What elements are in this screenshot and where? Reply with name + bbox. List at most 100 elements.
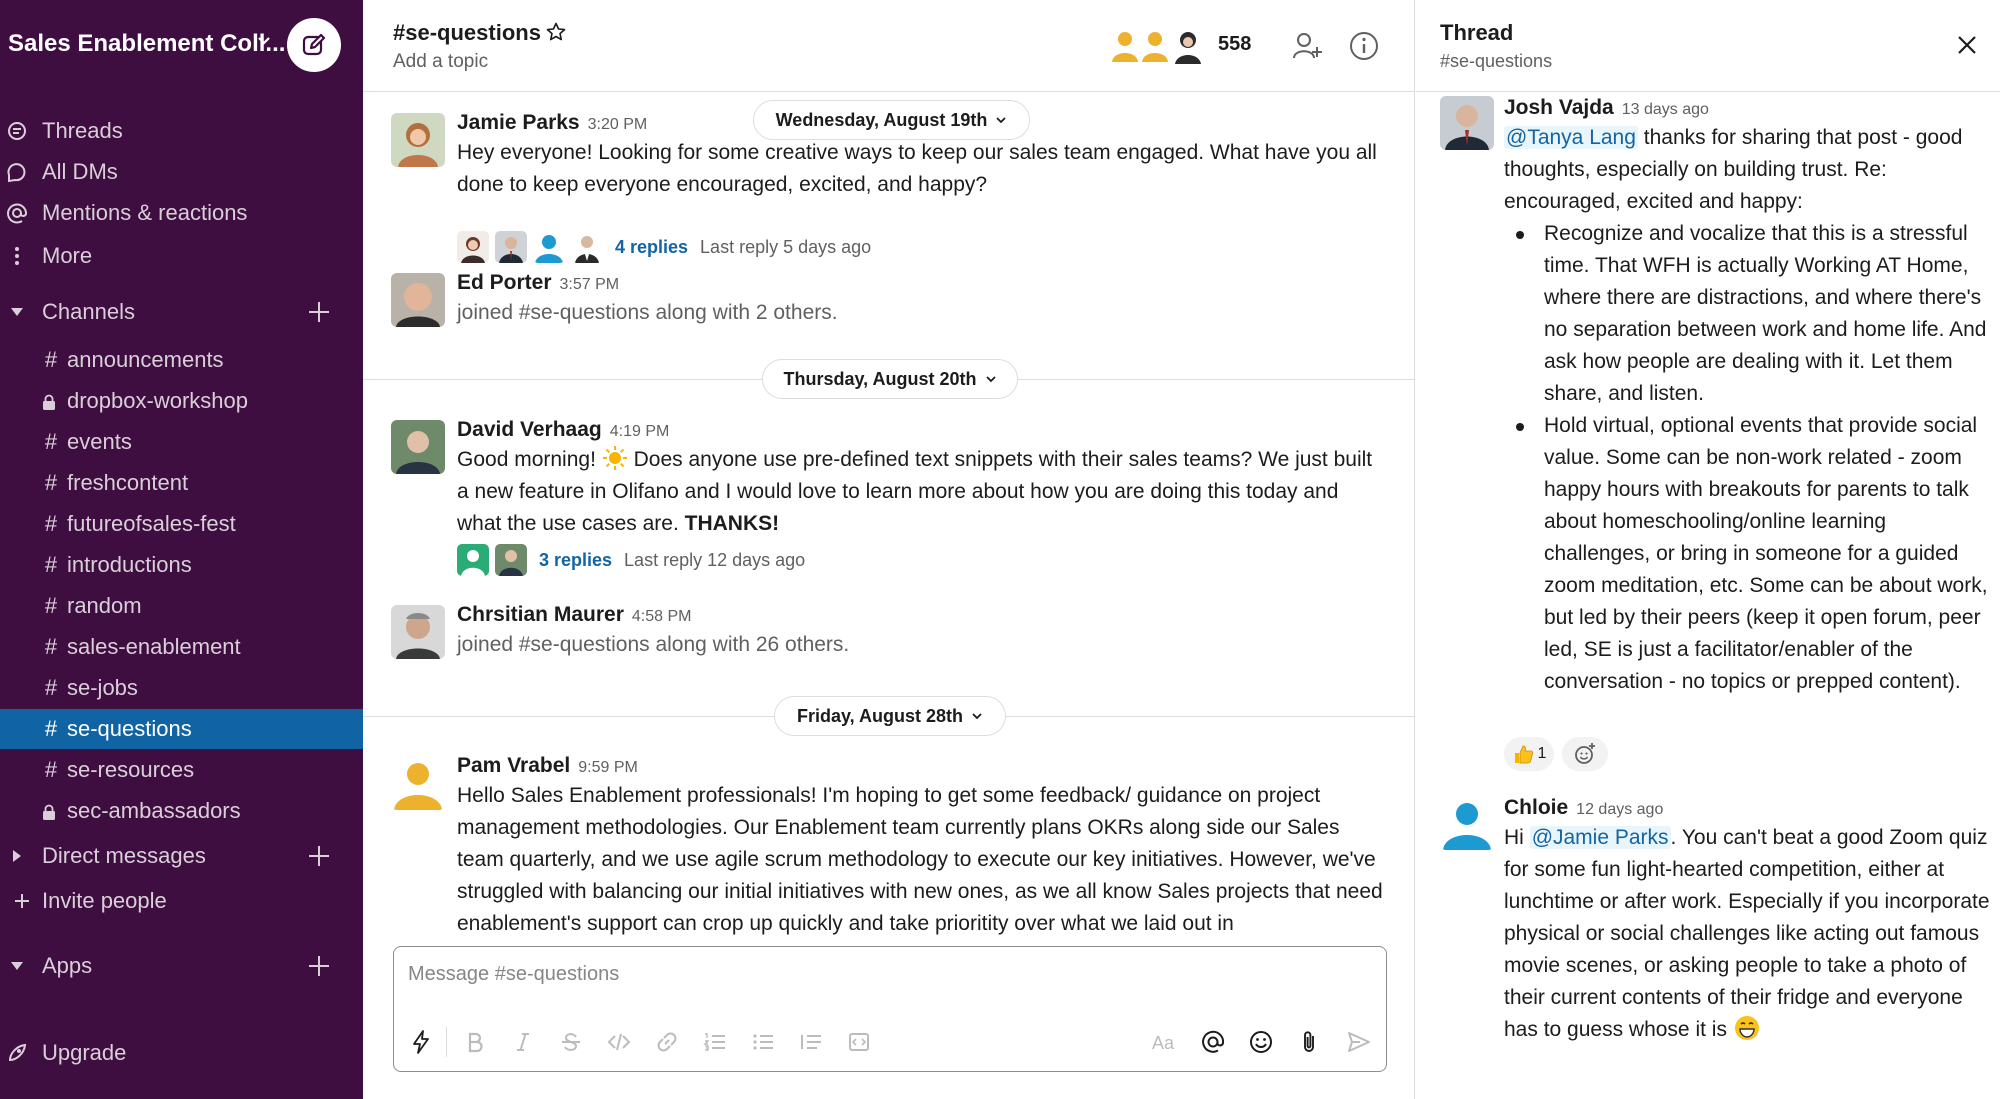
add-member-icon[interactable] bbox=[1291, 30, 1323, 62]
channels-section-header[interactable]: Channels bbox=[0, 292, 363, 332]
thread-replies-row[interactable]: 3 replies Last reply 12 days ago bbox=[457, 542, 805, 578]
date-divider-pill[interactable]: Friday, August 28th bbox=[774, 696, 1006, 736]
replies-link[interactable]: 3 replies bbox=[539, 550, 612, 571]
sidebar-channel-item[interactable]: # sales-enablement bbox=[0, 627, 363, 667]
add-reaction-button[interactable] bbox=[1562, 737, 1608, 771]
nav-mentions[interactable]: Mentions & reactions bbox=[0, 194, 363, 232]
message-author[interactable]: Pam Vrabel 9:59 PM bbox=[457, 754, 638, 778]
message-item[interactable]: David Verhaag 4:19 PM Good morning! Does … bbox=[363, 418, 1415, 590]
message-item[interactable]: Chrsitian Maurer 4:58 PM joined #se-quest… bbox=[363, 603, 1415, 685]
nav-more[interactable]: More bbox=[0, 237, 363, 275]
link-icon[interactable] bbox=[654, 1029, 680, 1055]
message-item[interactable]: Pam Vrabel 9:59 PM Hello Sales Enablement… bbox=[363, 754, 1415, 945]
code-block-icon[interactable] bbox=[846, 1029, 872, 1055]
send-icon[interactable] bbox=[1346, 1029, 1372, 1055]
caret-right-icon[interactable] bbox=[10, 849, 24, 863]
sidebar-channel-item[interactable]: # events bbox=[0, 422, 363, 462]
nav-all-dms[interactable]: All DMs bbox=[0, 153, 363, 191]
message-time[interactable]: 3:20 PM bbox=[588, 116, 648, 133]
message-time[interactable]: 4:19 PM bbox=[610, 423, 670, 440]
member-count[interactable]: 558 bbox=[1218, 33, 1251, 56]
member-avatars[interactable] bbox=[1111, 28, 1203, 64]
hash-icon: # bbox=[44, 552, 58, 577]
message-time[interactable]: 4:58 PM bbox=[632, 608, 692, 625]
message-input[interactable]: Message #se-questions bbox=[408, 963, 619, 986]
ordered-list-icon[interactable] bbox=[702, 1029, 728, 1055]
message-author[interactable]: Chloie 12 days ago bbox=[1504, 796, 1663, 820]
star-icon[interactable] bbox=[546, 22, 566, 42]
strikethrough-icon[interactable] bbox=[558, 1029, 584, 1055]
formatting-aa-icon[interactable]: Aa bbox=[1150, 1029, 1176, 1055]
italic-icon[interactable] bbox=[510, 1029, 536, 1055]
dms-icon bbox=[7, 163, 26, 183]
avatar[interactable] bbox=[391, 113, 445, 167]
avatar[interactable] bbox=[391, 273, 445, 327]
sidebar-channel-item[interactable]: dropbox-workshop bbox=[0, 381, 363, 421]
emoji-icon[interactable] bbox=[1248, 1029, 1274, 1055]
dm-section-header[interactable]: Direct messages bbox=[0, 836, 363, 876]
sidebar-channel-item[interactable]: # freshcontent bbox=[0, 463, 363, 503]
bullet-list-icon[interactable] bbox=[750, 1029, 776, 1055]
thread-message-item[interactable]: Josh Vajda 13 days ago @Tanya Lang thanks… bbox=[1416, 96, 2000, 776]
sidebar-channel-item[interactable]: # se-questions bbox=[0, 709, 363, 749]
info-icon[interactable] bbox=[1348, 30, 1380, 62]
sidebar-channel-item[interactable]: # se-jobs bbox=[0, 668, 363, 708]
sidebar-channel-item[interactable]: # futureofsales-fest bbox=[0, 504, 363, 544]
replies-link[interactable]: 4 replies bbox=[615, 237, 688, 258]
sidebar-channel-item[interactable]: # se-resources bbox=[0, 750, 363, 790]
workspace-name[interactable]: Sales Enablement Coll... bbox=[8, 30, 285, 58]
sidebar-channel-item[interactable]: sec-ambassadors bbox=[0, 791, 363, 831]
apps-section-header[interactable]: Apps bbox=[0, 946, 363, 986]
chevron-down-icon[interactable] bbox=[255, 32, 273, 50]
chevron-down-icon bbox=[985, 376, 996, 383]
invite-people[interactable]: Invite people bbox=[0, 882, 363, 920]
message-time[interactable]: 3:57 PM bbox=[560, 276, 620, 293]
caret-down-icon[interactable] bbox=[10, 305, 24, 319]
message-author[interactable]: David Verhaag 4:19 PM bbox=[457, 418, 669, 442]
reply-avatar bbox=[495, 231, 527, 263]
code-icon[interactable] bbox=[606, 1029, 632, 1055]
sidebar-channel-item[interactable]: # introductions bbox=[0, 545, 363, 585]
attachment-paperclip-icon[interactable] bbox=[1296, 1029, 1322, 1055]
avatar[interactable] bbox=[391, 756, 445, 810]
message-item[interactable]: Jamie Parks 3:20 PM Hey everyone! Looking… bbox=[363, 111, 1415, 273]
avatar[interactable] bbox=[1440, 796, 1494, 850]
message-author[interactable]: Jamie Parks 3:20 PM bbox=[457, 111, 647, 135]
bold-icon[interactable] bbox=[462, 1029, 488, 1055]
nav-threads[interactable]: Threads bbox=[0, 112, 363, 150]
message-time[interactable]: 9:59 PM bbox=[578, 759, 638, 776]
add-channel-icon[interactable] bbox=[308, 301, 330, 323]
message-composer[interactable]: Message #se-questions Aa bbox=[393, 946, 1387, 1072]
upgrade-button[interactable]: Upgrade bbox=[0, 1034, 363, 1072]
avatar[interactable] bbox=[391, 420, 445, 474]
add-app-icon[interactable] bbox=[308, 955, 330, 977]
close-icon[interactable] bbox=[1952, 30, 1982, 60]
sidebar-channel-item[interactable]: # announcements bbox=[0, 340, 363, 380]
reaction-thumbsup[interactable]: 1 bbox=[1504, 737, 1554, 771]
date-divider-pill[interactable]: Thursday, August 20th bbox=[762, 359, 1018, 399]
blockquote-icon[interactable] bbox=[798, 1029, 824, 1055]
compose-button[interactable] bbox=[287, 18, 341, 72]
avatar[interactable] bbox=[1440, 96, 1494, 150]
channel-name: freshcontent bbox=[67, 470, 189, 495]
caret-down-icon[interactable] bbox=[10, 959, 24, 973]
workspace-header[interactable]: Sales Enablement Coll... bbox=[0, 0, 363, 88]
message-author[interactable]: Josh Vajda 13 days ago bbox=[1504, 96, 1709, 120]
message-author[interactable]: Chrsitian Maurer 4:58 PM bbox=[457, 603, 691, 627]
channel-title[interactable]: #se-questions bbox=[393, 20, 541, 46]
message-time[interactable]: 12 days ago bbox=[1576, 801, 1663, 818]
mention-at-icon[interactable] bbox=[1200, 1029, 1226, 1055]
user-mention[interactable]: @Tanya Lang bbox=[1504, 126, 1638, 149]
thread-channel-link[interactable]: #se-questions bbox=[1440, 51, 1552, 72]
avatar[interactable] bbox=[391, 605, 445, 659]
thread-replies-row[interactable]: 4 replies Last reply 5 days ago bbox=[457, 229, 871, 265]
message-time[interactable]: 13 days ago bbox=[1622, 101, 1709, 118]
shortcuts-lightning-icon[interactable] bbox=[408, 1029, 434, 1055]
thread-message-item[interactable]: Chloie 12 days ago Hi @Jamie Parks. You c… bbox=[1416, 796, 2000, 1096]
add-dm-icon[interactable] bbox=[308, 845, 330, 867]
sidebar-channel-item[interactable]: # random bbox=[0, 586, 363, 626]
message-item[interactable]: Ed Porter 3:57 PM joined #se-questions al… bbox=[363, 271, 1415, 353]
user-mention[interactable]: @Jamie Parks bbox=[1529, 826, 1671, 849]
channel-topic[interactable]: Add a topic bbox=[393, 51, 488, 73]
message-author[interactable]: Ed Porter 3:57 PM bbox=[457, 271, 619, 295]
